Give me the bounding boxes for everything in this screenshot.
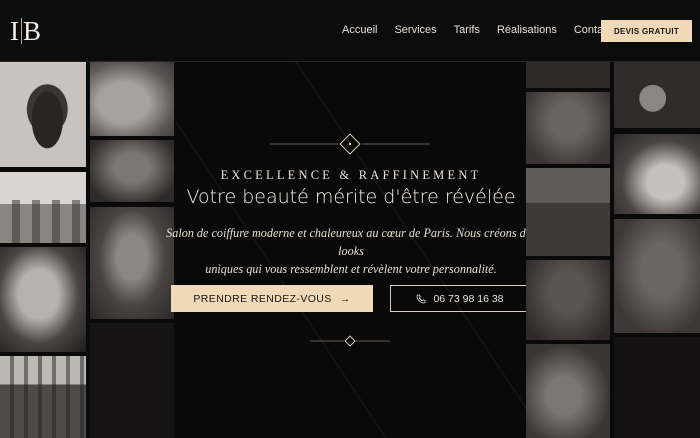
photo-salon-workstations [0, 356, 86, 438]
brand-logo[interactable]: IB [10, 16, 42, 47]
photo-hair-texture [526, 62, 610, 88]
site-header: IB Accueil Services Tarifs Réalisations … [0, 0, 700, 62]
photo-blow-dry [614, 219, 700, 333]
logo-divider [21, 18, 22, 44]
hero-headline: Votre beauté mérite d'être révélée [186, 186, 516, 208]
hero-description-line-1: Salon de coiffure moderne et chaleureux … [166, 226, 536, 258]
photo-hair-straightener [614, 134, 700, 214]
nav-item-tarifs[interactable]: Tarifs [454, 24, 480, 36]
logo-letter-right: B [23, 16, 43, 46]
book-appointment-label: PRENDRE RENDEZ-VOUS [193, 292, 332, 305]
photo-barber-man [526, 344, 610, 438]
nav-item-services[interactable]: Services [394, 24, 436, 36]
nav-item-accueil[interactable]: Accueil [342, 24, 377, 36]
photo-dark-tile-left [90, 323, 174, 438]
arrow-right-icon: → [339, 292, 351, 305]
photo-salon-interior-chairs [0, 172, 86, 243]
top-diamond-ornament [270, 133, 430, 155]
photo-hair-styling [526, 260, 610, 340]
photo-woman-wavy-hair [0, 62, 86, 167]
photo-long-hair-back [526, 92, 610, 164]
photo-face-care [90, 62, 174, 136]
photo-woman-portrait-closeup [0, 247, 86, 352]
photo-hair-detail [90, 140, 174, 202]
phone-button[interactable]: 06 73 98 16 38 [390, 285, 530, 312]
nav-item-realisations[interactable]: Réalisations [497, 24, 557, 36]
photo-curly-hair-woman [614, 62, 700, 128]
quote-button[interactable]: DEVIS GRATUIT [601, 20, 692, 42]
main-nav: Accueil Services Tarifs Réalisations Con… [342, 24, 629, 36]
photo-dark-tile-right [614, 337, 700, 438]
hero-description: Salon de coiffure moderne et chaleureux … [160, 224, 542, 278]
hero-tagline: EXCELLENCE & RAFFINEMENT [220, 168, 482, 182]
phone-number: 06 73 98 16 38 [433, 292, 504, 305]
book-appointment-button[interactable]: PRENDRE RENDEZ-VOUS → [171, 285, 373, 312]
phone-icon [417, 294, 426, 303]
logo-letter-left: I [10, 16, 20, 46]
photo-salon-room [526, 168, 610, 256]
hero-description-line-2: uniques qui vous ressemblent et révèlent… [205, 262, 497, 276]
bottom-diamond-ornament [310, 335, 390, 347]
